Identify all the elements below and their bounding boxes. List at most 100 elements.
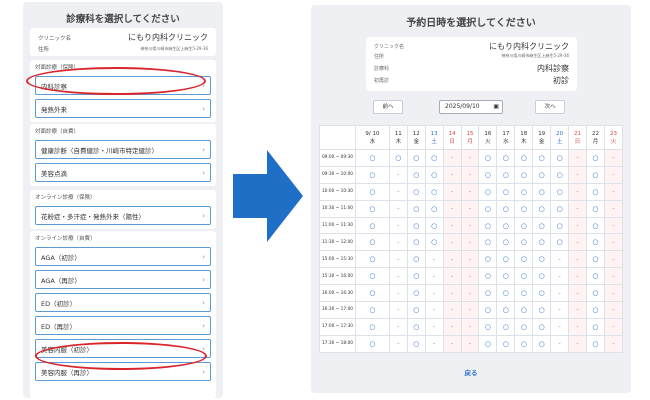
available-slot[interactable]: ○	[355, 199, 390, 218]
available-slot[interactable]: ○	[586, 165, 605, 184]
prev-button[interactable]: 前へ	[373, 100, 403, 114]
available-slot[interactable]: ○	[586, 182, 605, 201]
available-slot[interactable]: ○	[586, 250, 605, 269]
available-slot[interactable]: ○	[496, 334, 516, 353]
department-option[interactable]: AGA（初診） ›	[35, 247, 211, 266]
available-slot[interactable]: ○	[532, 334, 552, 353]
available-slot[interactable]: ○	[406, 334, 426, 353]
available-slot[interactable]: ○	[586, 284, 605, 303]
available-slot[interactable]: ○	[532, 182, 552, 201]
available-slot[interactable]: ○	[478, 233, 498, 252]
available-slot[interactable]: ○	[532, 284, 552, 303]
available-slot[interactable]: ○	[550, 199, 570, 218]
available-slot[interactable]: ○	[514, 182, 534, 201]
available-slot[interactable]: ○	[514, 334, 534, 353]
available-slot[interactable]: ○	[514, 165, 534, 184]
available-slot[interactable]: ○	[550, 165, 570, 184]
available-slot[interactable]: ○	[514, 149, 534, 167]
available-slot[interactable]: ○	[355, 182, 390, 201]
available-slot[interactable]: ○	[355, 149, 390, 167]
available-slot[interactable]: ○	[496, 284, 516, 303]
department-option[interactable]: 発熱外来 ›	[35, 99, 211, 118]
available-slot[interactable]: ○	[514, 317, 534, 336]
department-option[interactable]: 美容内服（再診） ›	[35, 362, 211, 381]
available-slot[interactable]: ○	[424, 216, 444, 235]
available-slot[interactable]: ○	[424, 199, 444, 218]
available-slot[interactable]: ○	[496, 182, 516, 201]
available-slot[interactable]: ○	[586, 317, 605, 336]
available-slot[interactable]: ○	[355, 267, 390, 286]
available-slot[interactable]: ○	[514, 284, 534, 303]
available-slot[interactable]: ○	[550, 216, 570, 235]
back-link[interactable]: 戻る	[311, 367, 631, 377]
date-input[interactable]: 2025/09/10 ▣	[439, 100, 503, 114]
available-slot[interactable]: ○	[424, 182, 444, 201]
available-slot[interactable]: ○	[496, 301, 516, 319]
available-slot[interactable]: ○	[496, 317, 516, 336]
available-slot[interactable]: ○	[478, 317, 498, 336]
available-slot[interactable]: ○	[532, 250, 552, 269]
available-slot[interactable]: ○	[478, 334, 498, 353]
available-slot[interactable]: ○	[478, 149, 498, 167]
available-slot[interactable]: ○	[586, 334, 605, 353]
available-slot[interactable]: ○	[478, 199, 498, 218]
available-slot[interactable]: ○	[586, 301, 605, 319]
available-slot[interactable]: ○	[586, 149, 605, 167]
next-button[interactable]: 次へ	[535, 100, 565, 114]
department-option[interactable]: 花粉症・多汗症・発熱外来（陽性） ›	[35, 206, 211, 225]
available-slot[interactable]: ○	[514, 250, 534, 269]
available-slot[interactable]: ○	[496, 216, 516, 235]
available-slot[interactable]: ○	[355, 301, 390, 319]
available-slot[interactable]: ○	[424, 233, 444, 252]
available-slot[interactable]: ○	[355, 165, 390, 184]
available-slot[interactable]: ○	[586, 267, 605, 286]
available-slot[interactable]: ○	[478, 301, 498, 319]
available-slot[interactable]: ○	[406, 317, 426, 336]
department-option[interactable]: ED（再診） ›	[35, 316, 211, 335]
available-slot[interactable]: ○	[406, 165, 426, 184]
department-option[interactable]: 美容点滴 ›	[35, 163, 211, 182]
available-slot[interactable]: ○	[532, 216, 552, 235]
available-slot[interactable]: ○	[514, 199, 534, 218]
available-slot[interactable]: ○	[478, 216, 498, 235]
available-slot[interactable]: ○	[532, 233, 552, 252]
available-slot[interactable]: ○	[532, 199, 552, 218]
available-slot[interactable]: ○	[586, 233, 605, 252]
available-slot[interactable]: ○	[532, 301, 552, 319]
available-slot[interactable]: ○	[355, 233, 390, 252]
available-slot[interactable]: ○	[406, 301, 426, 319]
available-slot[interactable]: ○	[406, 182, 426, 201]
available-slot[interactable]: ○	[478, 182, 498, 201]
available-slot[interactable]: ○	[496, 267, 516, 286]
available-slot[interactable]: ○	[496, 149, 516, 167]
available-slot[interactable]: ○	[355, 284, 390, 303]
available-slot[interactable]: ○	[514, 216, 534, 235]
department-option[interactable]: AGA（再診） ›	[35, 270, 211, 289]
available-slot[interactable]: ○	[406, 149, 426, 167]
available-slot[interactable]: ○	[406, 233, 426, 252]
available-slot[interactable]: ○	[355, 216, 390, 235]
available-slot[interactable]: ○	[532, 149, 552, 167]
department-option[interactable]: 健康診断（自費健診・川崎市特定健診） ›	[35, 140, 211, 159]
available-slot[interactable]: ○	[355, 250, 390, 269]
available-slot[interactable]: ○	[355, 317, 390, 336]
available-slot[interactable]: ○	[550, 233, 570, 252]
department-option[interactable]: 内科診察 ›	[35, 76, 211, 95]
available-slot[interactable]: ○	[388, 149, 408, 167]
available-slot[interactable]: ○	[496, 165, 516, 184]
available-slot[interactable]: ○	[406, 284, 426, 303]
available-slot[interactable]: ○	[478, 165, 498, 184]
available-slot[interactable]: ○	[514, 267, 534, 286]
department-option[interactable]: 美容内服（初診） ›	[35, 339, 211, 358]
available-slot[interactable]: ○	[424, 165, 444, 184]
available-slot[interactable]: ○	[586, 199, 605, 218]
available-slot[interactable]: ○	[478, 284, 498, 303]
available-slot[interactable]: ○	[424, 149, 444, 167]
available-slot[interactable]: ○	[514, 301, 534, 319]
available-slot[interactable]: ○	[586, 216, 605, 235]
available-slot[interactable]: ○	[478, 250, 498, 269]
available-slot[interactable]: ○	[532, 267, 552, 286]
available-slot[interactable]: ○	[406, 216, 426, 235]
calendar-icon[interactable]: ▣	[493, 101, 499, 113]
department-option[interactable]: ED（初診） ›	[35, 293, 211, 312]
